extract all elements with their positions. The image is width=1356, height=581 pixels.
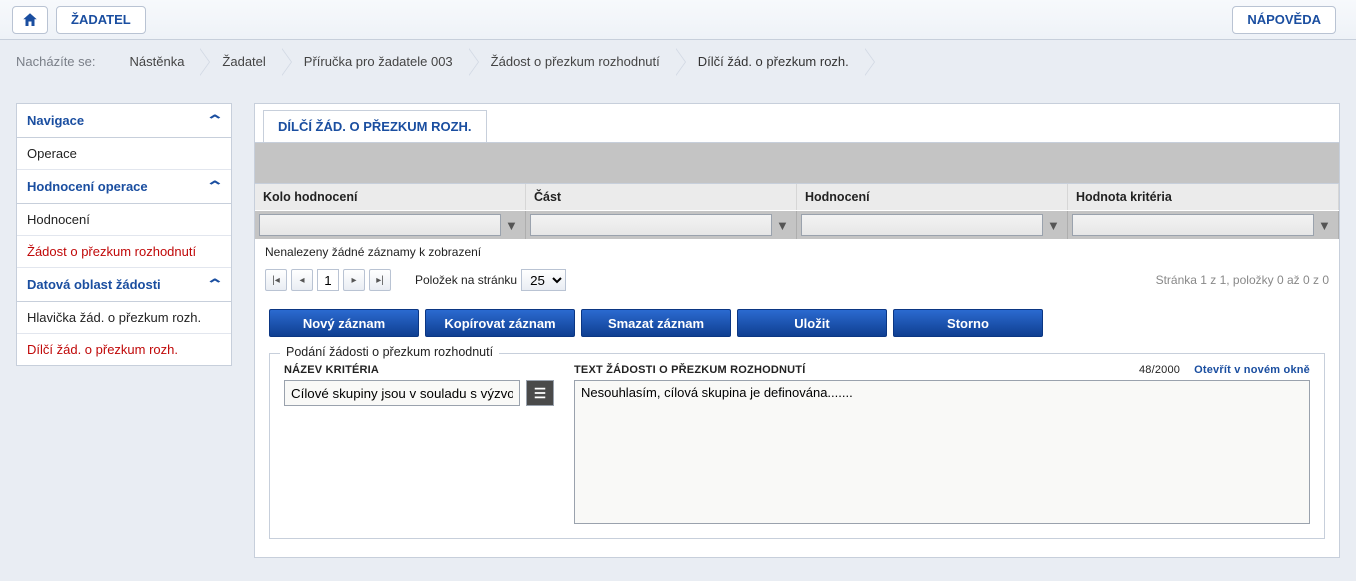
pager-first-button[interactable]: |◂ (265, 269, 287, 291)
smazat-zaznam-button[interactable]: Smazat záznam (581, 309, 731, 337)
form-fieldset: Podání žádosti o přezkum rozhodnutí NÁZE… (269, 353, 1325, 539)
tab-dilci[interactable]: DÍLČÍ ŽÁD. O PŘEZKUM ROZH. (263, 110, 487, 142)
funnel-icon[interactable]: ▼ (1047, 218, 1063, 233)
pager-next-button[interactable]: ▸ (343, 269, 365, 291)
sidebar-head-label: Datová oblast žádosti (27, 277, 161, 292)
breadcrumb-item[interactable]: Žadatel (200, 48, 281, 75)
grid-header: Kolo hodnocení Část Hodnocení Hodnota kr… (255, 183, 1339, 211)
topbar: ŽADATEL NÁPOVĚDA (0, 0, 1356, 40)
char-counter: 48/2000 (1139, 364, 1180, 376)
chevron-up-icon: ⌃ (206, 112, 225, 129)
text-zadosti-textarea[interactable]: Nesouhlasím, cílová skupina je definován… (574, 380, 1310, 524)
filter-input-cast[interactable] (530, 214, 772, 236)
lookup-button[interactable] (526, 380, 554, 406)
storno-button[interactable]: Storno (893, 309, 1043, 337)
text-zadosti-label: TEXT ŽÁDOSTI O PŘEZKUM ROZHODNUTÍ (574, 364, 805, 376)
zadatel-button[interactable]: ŽADATEL (56, 6, 146, 34)
grid-col-cast[interactable]: Část (526, 184, 797, 210)
filter-input-hodnota[interactable] (1072, 214, 1314, 236)
pager-info: Stránka 1 z 1, položky 0 až 0 z 0 (1156, 273, 1329, 287)
sidebar-item-dilci[interactable]: Dílčí žád. o přezkum rozh. (17, 334, 231, 365)
novy-zaznam-button[interactable]: Nový záznam (269, 309, 419, 337)
sidebar-head-hodnoceni[interactable]: Hodnocení operace ⌃ (17, 170, 231, 204)
tab-header: DÍLČÍ ŽÁD. O PŘEZKUM ROZH. (255, 104, 1339, 143)
pager-last-button[interactable]: ▸| (369, 269, 391, 291)
grid-empty-message: Nenalezeny žádné záznamy k zobrazení (255, 239, 1339, 265)
grid-col-hodnoceni[interactable]: Hodnocení (797, 184, 1068, 210)
pager-current-input[interactable] (317, 269, 339, 291)
ulozit-button[interactable]: Uložit (737, 309, 887, 337)
nazev-kriteria-input[interactable] (284, 380, 520, 406)
chevron-up-icon: ⌃ (206, 276, 225, 293)
pager-prev-button[interactable]: ◂ (291, 269, 313, 291)
per-page-select[interactable]: 25 (521, 269, 566, 291)
nazev-kriteria-label: NÁZEV KRITÉRIA (284, 364, 554, 376)
pager: |◂ ◂ ▸ ▸| Položek na stránku 25 Stránka … (255, 265, 1339, 299)
breadcrumb-label: Nacházíte se: (16, 54, 96, 69)
sidebar-item-hlavicka[interactable]: Hlavička žád. o přezkum rozh. (17, 302, 231, 334)
content-panel: DÍLČÍ ŽÁD. O PŘEZKUM ROZH. Kolo hodnocen… (254, 103, 1340, 558)
sidebar-head-navigace[interactable]: Navigace ⌃ (17, 104, 231, 138)
breadcrumb-item-current: Dílčí žád. o přezkum rozh. (676, 48, 865, 75)
breadcrumb-item[interactable]: Nástěnka (108, 48, 201, 75)
breadcrumb-item[interactable]: Příručka pro žadatele 003 (282, 48, 469, 75)
chevron-up-icon: ⌃ (206, 178, 225, 195)
napoveda-button[interactable]: NÁPOVĚDA (1232, 6, 1336, 34)
funnel-icon[interactable]: ▼ (1318, 218, 1334, 233)
text-zadosti-label-row: TEXT ŽÁDOSTI O PŘEZKUM ROZHODNUTÍ 48/200… (574, 364, 1310, 376)
breadcrumb-item[interactable]: Žádost o přezkum rozhodnutí (469, 48, 676, 75)
kopirovat-zaznam-button[interactable]: Kopírovat záznam (425, 309, 575, 337)
sidebar-item-hodnoceni[interactable]: Hodnocení (17, 204, 231, 236)
fieldset-legend: Podání žádosti o přezkum rozhodnutí (280, 345, 499, 359)
grey-band (255, 143, 1339, 183)
sidebar-head-label: Hodnocení operace (27, 179, 148, 194)
home-icon (21, 11, 39, 29)
sidebar-head-label: Navigace (27, 113, 84, 128)
filter-input-kolo[interactable] (259, 214, 501, 236)
per-page-label: Položek na stránku (415, 273, 517, 287)
breadcrumb: Nacházíte se: Nástěnka Žadatel Příručka … (0, 40, 1356, 87)
grid-col-kolo[interactable]: Kolo hodnocení (255, 184, 526, 210)
filter-input-hodnoceni[interactable] (801, 214, 1043, 236)
sidebar-item-operace[interactable]: Operace (17, 138, 231, 170)
funnel-icon[interactable]: ▼ (776, 218, 792, 233)
home-button[interactable] (12, 6, 48, 34)
open-new-window-link[interactable]: Otevřít v novém okně (1194, 364, 1310, 376)
sidebar: Navigace ⌃ Operace Hodnocení operace ⌃ H… (16, 103, 232, 366)
list-icon (533, 386, 547, 400)
funnel-icon[interactable]: ▼ (505, 218, 521, 233)
sidebar-head-data[interactable]: Datová oblast žádosti ⌃ (17, 268, 231, 302)
action-row: Nový záznam Kopírovat záznam Smazat zázn… (255, 299, 1339, 347)
grid-filter-row: ▼ ▼ ▼ ▼ (255, 211, 1339, 239)
grid-col-hodnota[interactable]: Hodnota kritéria (1068, 184, 1339, 210)
sidebar-item-zadost-prezkum[interactable]: Žádost o přezkum rozhodnutí (17, 236, 231, 268)
